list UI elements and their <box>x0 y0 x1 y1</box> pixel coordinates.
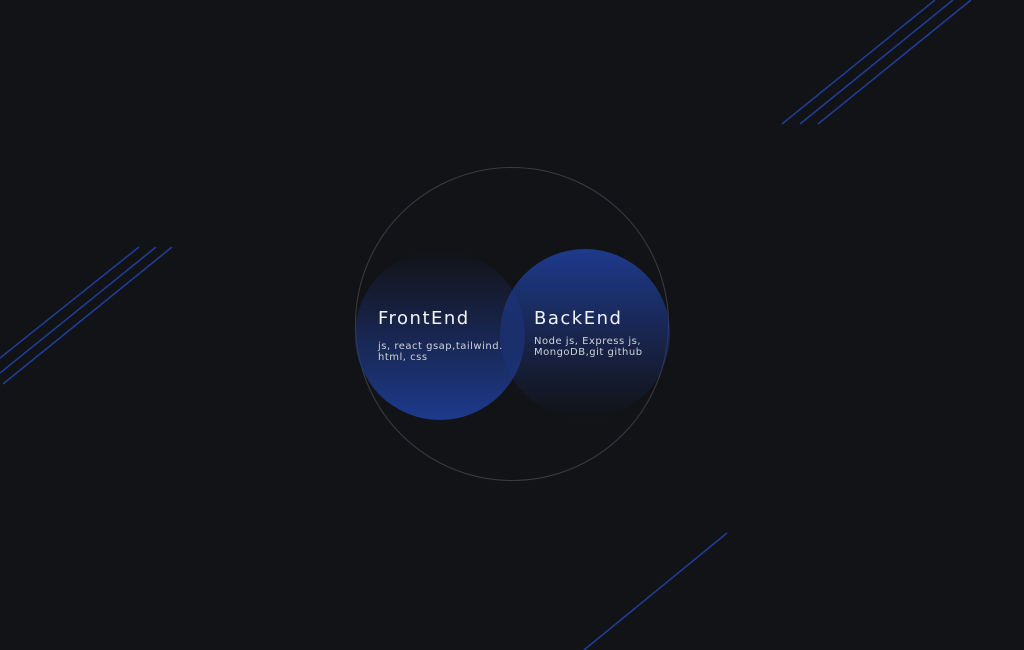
backend-skills: Node js, Express js, MongoDB,git github <box>534 336 643 358</box>
deco-line-left-2 <box>0 246 157 374</box>
frontend-title: FrontEnd <box>378 308 470 329</box>
deco-line-top-right-3 <box>817 0 972 125</box>
backend-blob <box>500 249 670 419</box>
skills-section: FrontEnd js, react gsap,tailwind. html, … <box>0 0 1024 650</box>
deco-line-left-3 <box>2 246 173 385</box>
deco-line-top-right-2 <box>799 0 954 125</box>
backend-title: BackEnd <box>534 308 623 329</box>
deco-line-left-1 <box>0 246 140 359</box>
frontend-skills: js, react gsap,tailwind. html, css <box>378 341 503 363</box>
deco-line-top-right-1 <box>781 0 936 125</box>
deco-line-bottom <box>583 532 728 650</box>
